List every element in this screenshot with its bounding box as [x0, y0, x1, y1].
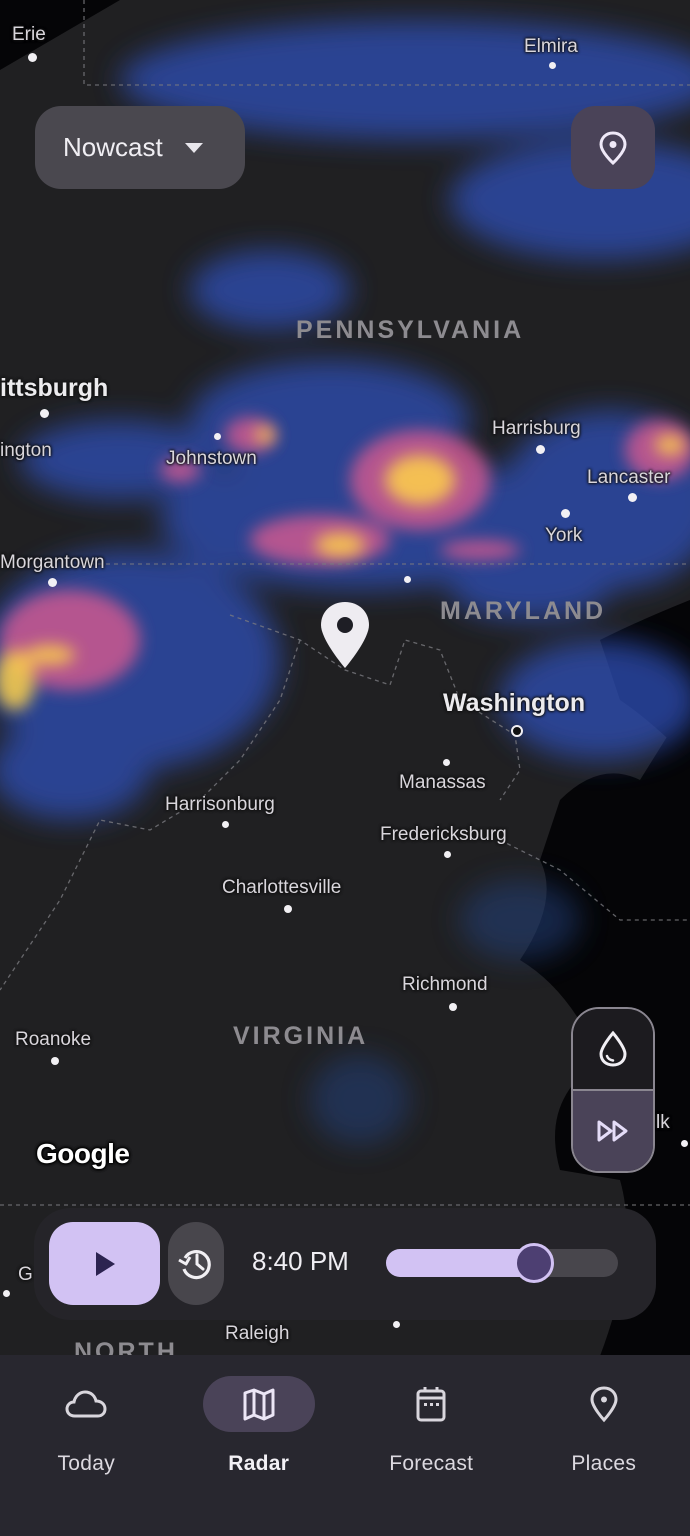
state-label-virginia: VIRGINIA — [233, 1022, 369, 1050]
city-label: Lancaster — [587, 467, 671, 488]
city-label: Washington — [443, 689, 586, 717]
google-attribution: Google — [36, 1138, 130, 1169]
my-location-button[interactable] — [571, 106, 655, 189]
city-label: Raleigh — [225, 1323, 290, 1344]
fast-forward-icon — [597, 1120, 628, 1142]
city-dot — [628, 493, 637, 502]
city-label: Roanoke — [15, 1029, 92, 1050]
time-slider[interactable] — [386, 1235, 618, 1291]
city-label: Manassas — [399, 772, 486, 793]
nav-item-radar[interactable]: Radar — [173, 1355, 346, 1536]
model-select-value: Nowcast — [63, 132, 163, 162]
history-button[interactable] — [168, 1222, 224, 1305]
city-dot — [561, 509, 570, 518]
city-label: Johnstown — [166, 448, 257, 469]
slider-fill — [386, 1249, 535, 1277]
location-pin-icon — [599, 130, 627, 165]
city-label: Fredericksburg — [380, 824, 507, 845]
play-icon — [95, 1251, 115, 1276]
city-dot — [3, 1290, 10, 1297]
city-dot — [681, 1140, 688, 1147]
city-label: G — [18, 1264, 33, 1285]
forecast-layer-button[interactable] — [573, 1091, 653, 1171]
city-dot — [214, 433, 221, 440]
city-dot — [549, 62, 556, 69]
state-label-north: NORTH — [74, 1338, 178, 1356]
radar-faint-south — [310, 880, 580, 1145]
city-label: Harrisburg — [492, 418, 581, 439]
model-select-dropdown[interactable]: Nowcast — [35, 106, 245, 189]
city-dot — [444, 851, 451, 858]
nav-pill — [548, 1376, 660, 1432]
nav-label: Today — [57, 1452, 116, 1475]
nav-label: Forecast — [389, 1452, 474, 1475]
city-label: ington — [0, 440, 52, 461]
cloud-icon — [65, 1390, 107, 1418]
city-label: Harrisonburg — [165, 794, 275, 815]
state-label-maryland: MARYLAND — [440, 597, 607, 625]
nav-pill-active — [202, 1376, 315, 1432]
playback-bar: 8:40 PM — [34, 1208, 656, 1320]
play-button[interactable] — [49, 1222, 160, 1305]
city-dot — [48, 578, 57, 587]
city-dot — [51, 1057, 59, 1065]
nav-pill — [30, 1376, 142, 1432]
city-dot — [536, 445, 545, 454]
dropdown-caret-icon — [184, 142, 203, 153]
city-dot — [443, 759, 450, 766]
precipitation-layer-button[interactable] — [573, 1009, 653, 1091]
water-drop-icon — [599, 1030, 627, 1067]
layer-toggle — [571, 1007, 655, 1173]
playback-time: 8:40 PM — [252, 1246, 349, 1276]
nav-pill — [375, 1376, 487, 1432]
city-label: Richmond — [402, 974, 488, 995]
nav-item-places[interactable]: Places — [518, 1355, 690, 1536]
history-icon — [178, 1249, 211, 1279]
nav-label: Places — [571, 1452, 637, 1475]
calendar-icon — [416, 1387, 446, 1422]
capital-dot — [511, 725, 523, 737]
city-dot — [222, 821, 229, 828]
nav-item-forecast[interactable]: Forecast — [345, 1355, 518, 1536]
city-label: York — [545, 525, 583, 546]
city-label: Erie — [12, 24, 46, 45]
nav-label: Radar — [228, 1452, 290, 1475]
location-marker-icon[interactable] — [319, 600, 371, 670]
bottom-navigation: Today Radar Forecast Places — [0, 1355, 690, 1536]
city-label: lk — [656, 1112, 670, 1133]
city-dot — [449, 1003, 457, 1011]
city-dot — [28, 53, 37, 62]
city-label: Elmira — [524, 36, 578, 57]
state-label-pennsylvania: PENNSYLVANIA — [296, 316, 525, 344]
city-dot — [404, 576, 411, 583]
city-label: Morgantown — [0, 552, 105, 573]
city-label: Charlottesville — [222, 877, 342, 898]
nav-item-today[interactable]: Today — [0, 1355, 173, 1536]
city-dot — [393, 1321, 400, 1328]
city-dot — [284, 905, 292, 913]
city-dot — [40, 409, 49, 418]
slider-thumb[interactable] — [514, 1243, 555, 1283]
city-label: ittsburgh — [0, 374, 109, 402]
location-pin-icon — [590, 1386, 618, 1423]
map-icon — [243, 1388, 275, 1421]
